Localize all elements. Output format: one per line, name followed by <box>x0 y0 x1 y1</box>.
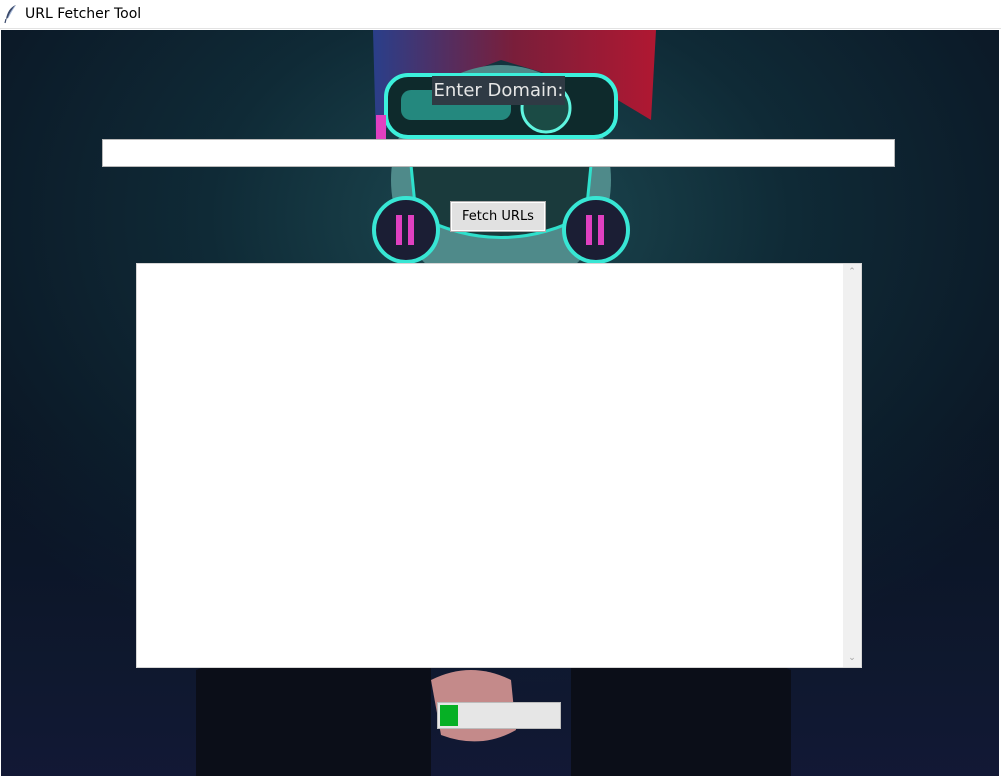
progress-bar <box>437 702 561 729</box>
window-title: URL Fetcher Tool <box>25 6 142 22</box>
main-content: Enter Domain: Fetch URLs ⌃ ⌄ <box>1 30 999 776</box>
vertical-scrollbar[interactable]: ⌃ ⌄ <box>843 264 861 667</box>
progress-fill <box>440 705 458 726</box>
feather-icon <box>4 5 16 24</box>
fetch-urls-button[interactable]: Fetch URLs <box>450 201 546 232</box>
chevron-down-icon[interactable]: ⌄ <box>843 650 861 667</box>
domain-input[interactable] <box>102 139 895 167</box>
title-bar[interactable]: URL Fetcher Tool <box>0 0 1001 29</box>
app-window: URL Fetcher Tool Enter Domain: Fetch URL… <box>0 0 1001 777</box>
domain-label: Enter Domain: <box>432 76 565 105</box>
chevron-up-icon[interactable]: ⌃ <box>843 264 861 281</box>
output-textbox[interactable]: ⌃ ⌄ <box>136 263 862 668</box>
output-text[interactable] <box>137 264 843 667</box>
